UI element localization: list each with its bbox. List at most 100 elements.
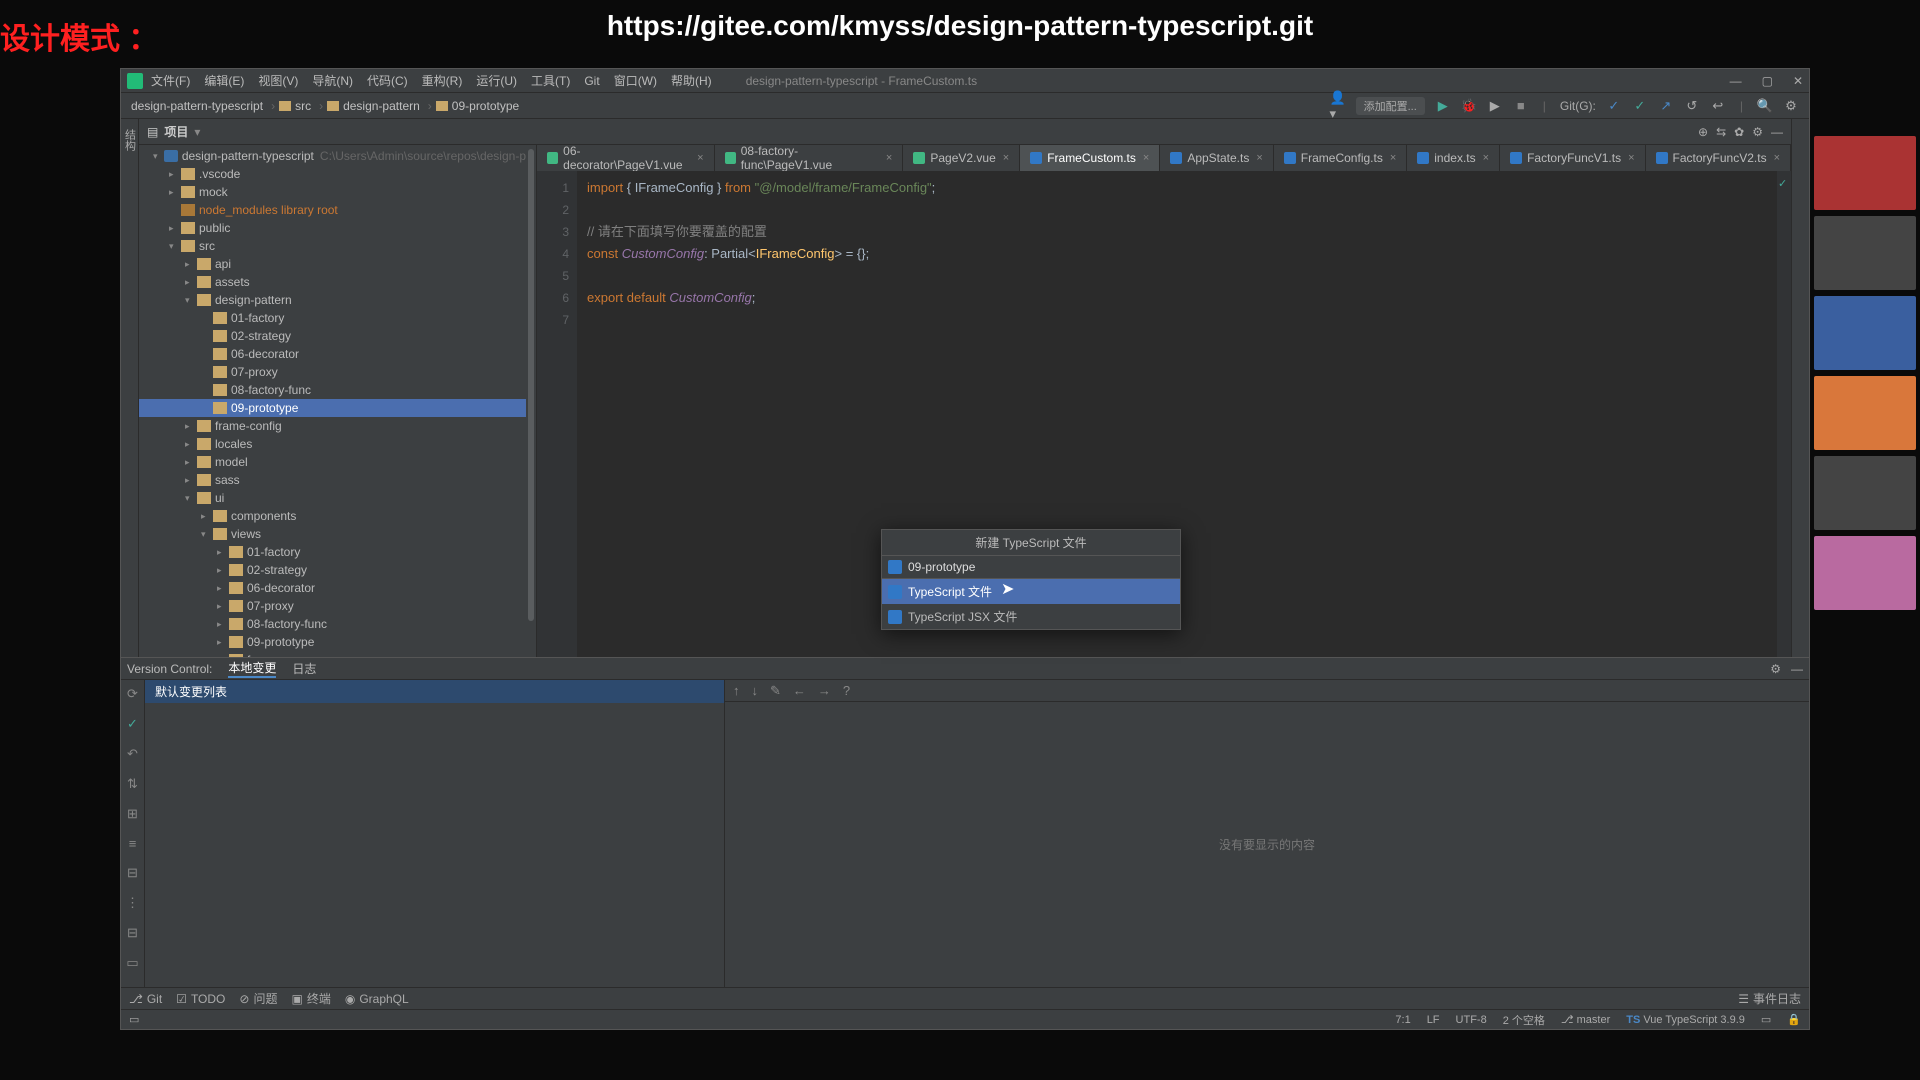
toolwindow-todo[interactable]: ☑TODO <box>176 992 225 1006</box>
line-number[interactable]: 6 <box>537 287 569 309</box>
close-tab-icon[interactable]: × <box>1143 152 1149 164</box>
file-template-option[interactable]: TypeScript JSX 文件 <box>882 604 1180 629</box>
help-icon[interactable]: ? <box>843 683 850 698</box>
editor-tab-FactoryFuncV2.ts[interactable]: FactoryFuncV2.ts× <box>1646 145 1791 171</box>
tree-node-assets[interactable]: assets <box>139 273 536 291</box>
git-update-icon[interactable]: ✓ <box>1606 98 1622 114</box>
search-everywhere-icon[interactable]: 🔍 <box>1757 98 1773 114</box>
tree-arrow-icon[interactable] <box>185 493 197 504</box>
close-tab-icon[interactable]: × <box>1390 152 1396 164</box>
prev-change-icon[interactable]: ↑ <box>733 683 740 698</box>
line-number[interactable]: 3 <box>537 221 569 243</box>
tree-arrow-icon[interactable] <box>217 601 229 612</box>
menu-帮助(H)[interactable]: 帮助(H) <box>671 74 712 88</box>
breadcrumb-0[interactable]: design-pattern-typescript <box>131 99 263 113</box>
editor-tab-PageV2.vue[interactable]: PageV2.vue× <box>903 145 1020 171</box>
menu-编辑(E)[interactable]: 编辑(E) <box>204 74 244 88</box>
hide-panel-icon[interactable]: — <box>1771 125 1783 139</box>
inspection-ok-icon[interactable]: ✓ <box>1777 171 1791 196</box>
prev-file-icon[interactable]: ← <box>793 683 806 698</box>
tree-node-public[interactable]: public <box>139 219 536 237</box>
menu-窗口(W)[interactable]: 窗口(W) <box>614 74 657 88</box>
line-number[interactable]: 7 <box>537 309 569 331</box>
select-opened-file-icon[interactable]: ⊕ <box>1698 125 1708 139</box>
editor-tab-index.ts[interactable]: index.ts× <box>1407 145 1500 171</box>
file-template-option[interactable]: TypeScript 文件 <box>882 579 1180 604</box>
editor-tab-06-decorator\PageV1.vue[interactable]: 06-decorator\PageV1.vue× <box>537 145 715 171</box>
menu-工具(T)[interactable]: 工具(T) <box>531 74 570 88</box>
menu-文件(F)[interactable]: 文件(F) <box>151 74 190 88</box>
debug-icon[interactable]: 🐞 <box>1461 98 1477 114</box>
new-file-name-input[interactable] <box>908 560 1174 574</box>
vc-left-toolbar[interactable]: ⟳ ✓ ↶ ⇅ ⊞ ≡ ⊟ ⋮ ⊟ ▭ <box>121 680 145 987</box>
tree-arrow-icon[interactable] <box>217 637 229 648</box>
tree-node-sass[interactable]: sass <box>139 471 536 489</box>
toolwindow-graphql[interactable]: ◉GraphQL <box>345 992 409 1006</box>
close-tab-icon[interactable]: × <box>1003 152 1009 164</box>
rollback-icon[interactable]: ↶ <box>127 746 138 762</box>
settings-icon[interactable]: ⚙ <box>1783 98 1799 114</box>
tree-node-09-prototype[interactable]: 09-prototype <box>139 633 536 651</box>
tree-arrow-icon[interactable] <box>185 421 197 432</box>
caret-position[interactable]: 7:1 <box>1395 1014 1410 1026</box>
collapse-all-icon[interactable]: ✿ <box>1734 125 1744 139</box>
menu-运行(U)[interactable]: 运行(U) <box>476 74 517 88</box>
line-separator[interactable]: LF <box>1427 1014 1440 1026</box>
changelist-icon[interactable]: ≡ <box>129 836 137 851</box>
close-tab-icon[interactable]: × <box>1256 152 1262 164</box>
file-encoding[interactable]: UTF-8 <box>1456 1014 1487 1026</box>
project-panel-header[interactable]: ▤ 项目 ▾ ⊕ ⇆ ✿ ⚙ — <box>139 119 1791 145</box>
next-file-icon[interactable]: → <box>818 683 831 698</box>
toolwindows-quick-icon[interactable]: ▭ <box>129 1013 139 1026</box>
line-number[interactable]: 4 <box>537 243 569 265</box>
tree-node-src[interactable]: src <box>139 237 536 255</box>
lock-icon[interactable]: 🔒 <box>1787 1013 1801 1026</box>
refresh-icon[interactable]: ⟳ <box>127 686 138 702</box>
editor-tab-FrameConfig.ts[interactable]: FrameConfig.ts× <box>1274 145 1407 171</box>
run-config-dropdown[interactable]: 添加配置... <box>1356 97 1425 115</box>
close-tab-icon[interactable]: × <box>1628 152 1634 164</box>
menu-视图(V)[interactable]: 视图(V) <box>258 74 298 88</box>
edit-source-icon[interactable]: ✎ <box>770 683 781 699</box>
tree-node-08-factory-func[interactable]: 08-factory-func <box>139 381 536 399</box>
diff-toolbar[interactable]: ↑ ↓ ✎ ← → ? <box>725 680 1809 702</box>
tree-node-design-pattern[interactable]: design-pattern <box>139 291 536 309</box>
tree-node-components[interactable]: components <box>139 507 536 525</box>
event-log-button[interactable]: ☰事件日志 <box>1738 990 1801 1007</box>
build-icon[interactable]: 👤▾ <box>1330 98 1346 114</box>
tree-arrow-icon[interactable] <box>153 151 164 162</box>
settings-gear-icon[interactable]: ⚙ <box>1752 125 1763 139</box>
tree-node-api[interactable]: api <box>139 255 536 273</box>
close-tab-icon[interactable]: × <box>1774 152 1780 164</box>
git-push-icon[interactable]: ↗ <box>1658 98 1674 114</box>
tree-arrow-icon[interactable] <box>217 547 229 558</box>
line-number[interactable]: 1 <box>537 177 569 199</box>
expand-all-icon[interactable]: ⇆ <box>1716 125 1726 139</box>
tree-node-02-strategy[interactable]: 02-strategy <box>139 327 536 345</box>
collapse-icon[interactable]: ⊟ <box>127 925 138 941</box>
tree-node-09-prototype[interactable]: 09-prototype <box>139 399 536 417</box>
tree-node-07-proxy[interactable]: 07-proxy <box>139 363 536 381</box>
menu-重构(R)[interactable]: 重构(R) <box>422 74 463 88</box>
toolwindow-problems[interactable]: ⊘问题 <box>239 990 277 1007</box>
default-changelist-node[interactable]: 默认变更列表 <box>145 680 724 703</box>
tree-arrow-icon[interactable] <box>185 277 197 288</box>
tree-node-02-strategy[interactable]: 02-strategy <box>139 561 536 579</box>
tree-arrow-icon[interactable] <box>201 511 213 522</box>
maximize-icon[interactable]: ▢ <box>1762 74 1773 88</box>
tree-node-01-factory[interactable]: 01-factory <box>139 309 536 327</box>
tree-node-06-decorator[interactable]: 06-decorator <box>139 345 536 363</box>
tree-arrow-icon[interactable] <box>169 223 181 234</box>
tree-arrow-icon[interactable] <box>169 187 181 198</box>
editor-tab-AppState.ts[interactable]: AppState.ts× <box>1160 145 1273 171</box>
changelist-tree[interactable]: 默认变更列表 <box>145 680 725 987</box>
tree-arrow-icon[interactable] <box>217 619 229 630</box>
vc-settings-icon[interactable]: ⚙ <box>1770 662 1781 676</box>
editor-tab-FactoryFuncV1.ts[interactable]: FactoryFuncV1.ts× <box>1500 145 1645 171</box>
tree-arrow-icon[interactable] <box>185 439 197 450</box>
tree-arrow-icon[interactable] <box>201 529 213 540</box>
bottom-toolwindows-bar[interactable]: ⎇Git ☑TODO ⊘问题 ▣终端 ◉GraphQL ☰事件日志 <box>121 987 1809 1009</box>
indent-settings[interactable]: 2 个空格 <box>1503 1012 1545 1028</box>
tree-arrow-icon[interactable] <box>185 259 197 270</box>
tree-node-frame-config[interactable]: frame-config <box>139 417 536 435</box>
